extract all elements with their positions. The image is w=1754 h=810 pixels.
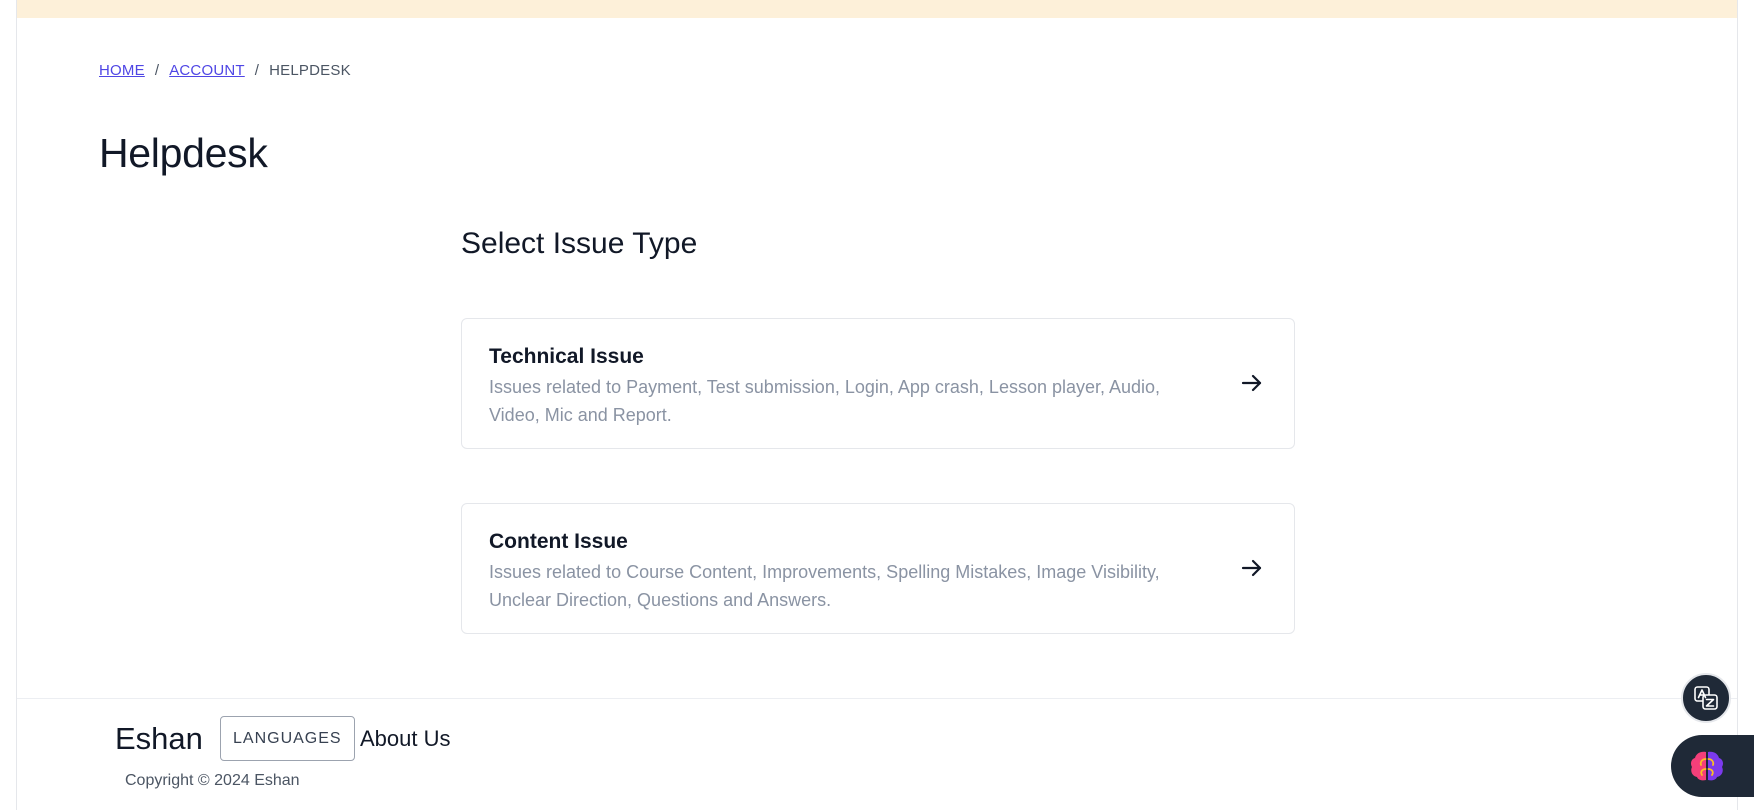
breadcrumb-current: HELPDESK xyxy=(269,62,351,79)
breadcrumb-separator: / xyxy=(254,62,260,79)
technical-issue-card[interactable]: Technical Issue Issues related to Paymen… xyxy=(461,318,1295,449)
breadcrumb-separator: / xyxy=(154,62,160,79)
copyright-text: Copyright © 2024 Eshan xyxy=(125,772,300,789)
languages-button[interactable]: LANGUAGES xyxy=(220,716,355,761)
issue-card-description: Issues related to Course Content, Improv… xyxy=(489,562,1160,610)
page-frame: HOME / ACCOUNT / HELPDESK Helpdesk Select Is… xyxy=(16,0,1738,810)
content-issue-card[interactable]: Content Issue Issues related to Course C… xyxy=(461,503,1295,634)
about-us-link[interactable]: About Us xyxy=(360,726,451,752)
arrow-right-icon xyxy=(1241,374,1262,392)
page-title: Helpdesk xyxy=(99,130,268,176)
translate-icon xyxy=(1694,686,1718,710)
footer-brand: Eshan xyxy=(115,721,203,756)
breadcrumb: HOME / ACCOUNT / HELPDESK xyxy=(99,62,351,79)
section-title: Select Issue Type xyxy=(461,227,698,260)
ai-assistant-button[interactable] xyxy=(1671,735,1754,797)
arrow-right-icon xyxy=(1241,559,1262,577)
top-banner xyxy=(17,0,1737,18)
breadcrumb-account-link[interactable]: ACCOUNT xyxy=(169,62,245,79)
footer: Eshan LANGUAGES About Us Copyright © 202… xyxy=(17,698,1737,810)
issue-card-description: Issues related to Payment, Test submissi… xyxy=(489,377,1161,425)
issue-card-title: Technical Issue xyxy=(489,345,644,368)
issue-card-title: Content Issue xyxy=(489,530,628,553)
brain-icon xyxy=(1691,751,1723,781)
translate-button[interactable] xyxy=(1681,673,1731,723)
breadcrumb-home-link[interactable]: HOME xyxy=(99,62,145,79)
